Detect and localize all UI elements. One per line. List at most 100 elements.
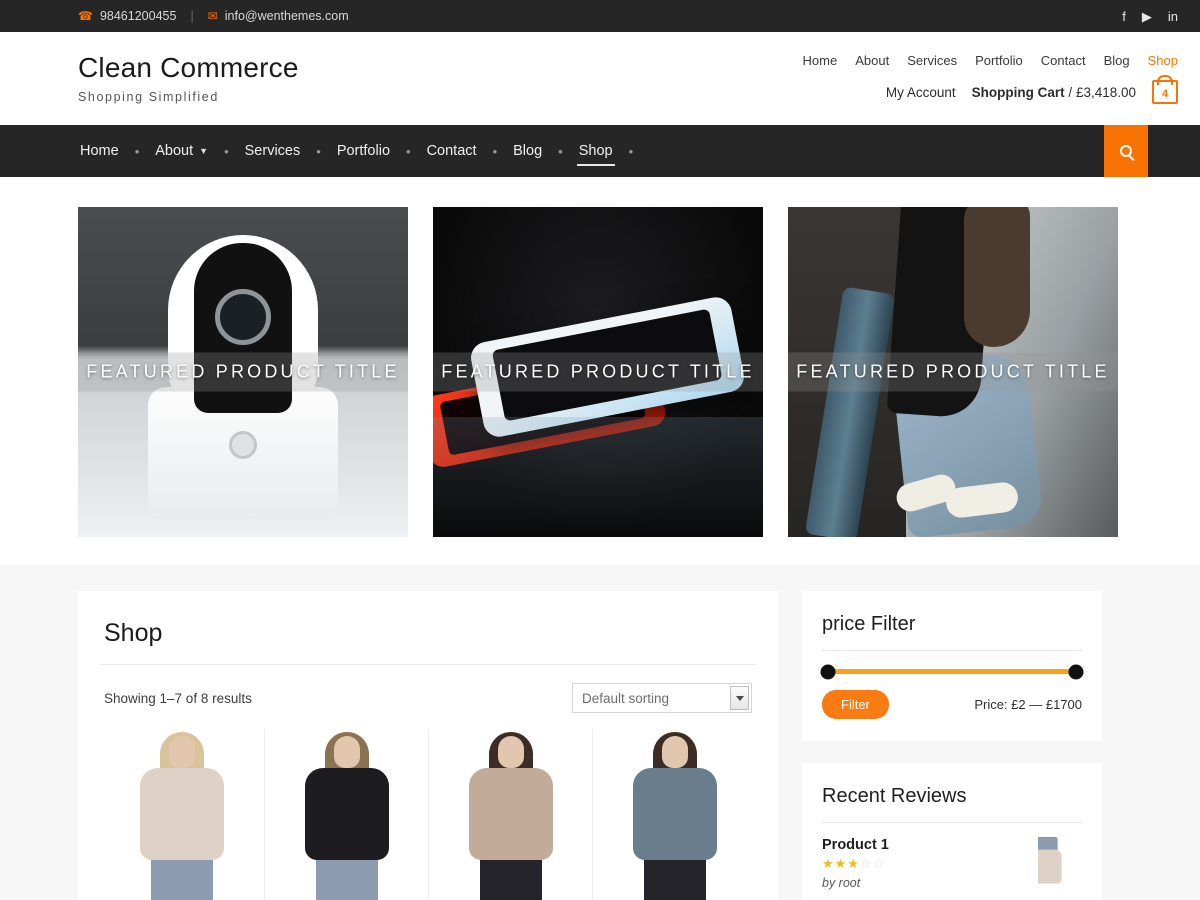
sorting-select-value: Default sorting bbox=[582, 690, 670, 706]
product-grid: Product 1 £1,700.00 Product 2 £1,700.00 bbox=[100, 729, 756, 900]
shopping-cart-link[interactable]: Shopping Cart / £3,418.00 bbox=[972, 85, 1136, 100]
cart-label: Shopping Cart bbox=[971, 84, 1065, 100]
nav-dot-separator: • bbox=[134, 143, 140, 159]
garment-shape bbox=[140, 768, 224, 860]
envelope-icon: ✉ bbox=[207, 9, 218, 23]
price-range-label: Price: £2 — £1700 bbox=[974, 697, 1082, 712]
nav-item-services[interactable]: Services bbox=[243, 125, 303, 177]
email-contact[interactable]: ✉ info@wenthemes.com bbox=[208, 9, 349, 23]
featured-banner-3[interactable]: FEATURED PRODUCT TITLE bbox=[788, 207, 1118, 537]
secondary-nav: Home About Services Portfolio Contact Bl… bbox=[803, 53, 1178, 68]
review-item[interactable]: Product 1 ★★★☆☆ by root bbox=[822, 823, 1082, 900]
nav-item-blog-label: Blog bbox=[513, 143, 543, 159]
price-filter-widget: price Filter Filter Price: £2 — £1700 bbox=[802, 591, 1102, 741]
product-card-3[interactable]: Product 3 £1,700.00 bbox=[428, 729, 592, 900]
nav-dot-separator: • bbox=[558, 143, 563, 159]
secondary-nav-item-portfolio[interactable]: Portfolio bbox=[975, 53, 1023, 68]
featured-banner-1-title: FEATURED PRODUCT TITLE bbox=[78, 352, 408, 392]
my-account-link[interactable]: My Account bbox=[886, 85, 956, 100]
cart-separator: / bbox=[1068, 84, 1073, 100]
linkedin-icon[interactable]: in bbox=[1168, 10, 1178, 23]
contact-separator: | bbox=[190, 9, 194, 23]
chevron-down-icon[interactable] bbox=[730, 686, 749, 710]
price-slider-max-handle[interactable] bbox=[1068, 664, 1084, 679]
secondary-nav-item-about[interactable]: About bbox=[855, 53, 889, 68]
hair-shape bbox=[964, 207, 1030, 347]
sidebar: price Filter Filter Price: £2 — £1700 Re… bbox=[802, 591, 1102, 900]
cart-item-count: 4 bbox=[1161, 88, 1169, 100]
price-range-slider[interactable] bbox=[820, 664, 1084, 679]
recent-reviews-widget: Recent Reviews Product 1 ★★★☆☆ by root bbox=[802, 763, 1102, 900]
facebook-icon[interactable]: f bbox=[1122, 10, 1126, 23]
featured-banner-2[interactable]: FEATURED PRODUCT TITLE bbox=[433, 207, 763, 537]
site-header: Clean Commerce Shopping Simplified Home … bbox=[0, 32, 1200, 125]
phone-icon: ☎ bbox=[78, 9, 93, 23]
nav-item-contact-label: Contact bbox=[426, 143, 477, 159]
chevron-down-icon: ▼ bbox=[199, 146, 209, 156]
secondary-nav-item-blog[interactable]: Blog bbox=[1104, 53, 1130, 68]
review-rating: ★★★☆☆ bbox=[822, 856, 886, 871]
product-card-2[interactable]: Product 2 £1,700.00 bbox=[264, 729, 428, 900]
product-image bbox=[106, 729, 258, 900]
social-links: f ▶ in bbox=[1122, 10, 1178, 23]
nav-item-contact[interactable]: Contact bbox=[425, 125, 479, 177]
nav-item-shop-label: Shop bbox=[578, 143, 613, 159]
thumbnail-shape bbox=[1038, 837, 1062, 884]
nav-dot-separator: • bbox=[492, 143, 498, 159]
sorting-select[interactable]: Default sorting bbox=[572, 683, 752, 713]
shop-panel: Shop Showing 1–7 of 8 results Default so… bbox=[78, 591, 778, 900]
email-address: info@wenthemes.com bbox=[224, 9, 349, 23]
garment-shape bbox=[304, 768, 389, 860]
model-head bbox=[333, 736, 360, 768]
cart-bag-icon[interactable]: 4 bbox=[1152, 80, 1178, 104]
model-legs bbox=[643, 854, 706, 900]
review-author: by root bbox=[822, 876, 861, 890]
youtube-icon[interactable]: ▶ bbox=[1142, 10, 1152, 23]
product-card-1[interactable]: Product 1 £1,700.00 bbox=[100, 729, 264, 900]
contact-info: ☎ 98461200455 | ✉ info@wenthemes.com bbox=[78, 9, 349, 23]
nav-item-about[interactable]: About ▼ bbox=[153, 125, 210, 177]
model-head bbox=[497, 736, 524, 768]
nav-dot-separator: • bbox=[224, 143, 229, 159]
primary-nav-list: Home • About ▼ • Services • Portfolio • C… bbox=[78, 125, 647, 177]
filter-button[interactable]: Filter bbox=[822, 690, 889, 719]
model-head bbox=[169, 736, 195, 768]
nav-item-portfolio-label: Portfolio bbox=[336, 143, 391, 159]
garment-shape bbox=[632, 768, 717, 860]
model-legs bbox=[315, 854, 378, 900]
account-cart-row: My Account Shopping Cart / £3,418.00 4 bbox=[886, 80, 1178, 104]
main-content: Shop Showing 1–7 of 8 results Default so… bbox=[0, 565, 1200, 900]
phone-contact[interactable]: ☎ 98461200455 bbox=[78, 9, 176, 23]
price-filter-title: price Filter bbox=[822, 613, 916, 635]
site-title: Clean Commerce bbox=[78, 52, 299, 84]
filter-row: Filter Price: £2 — £1700 bbox=[822, 690, 1082, 719]
featured-banners: FEATURED PRODUCT TITLE FEATURED PRODUCT … bbox=[0, 177, 1200, 565]
recent-reviews-title: Recent Reviews bbox=[822, 785, 967, 807]
price-slider-min-handle[interactable] bbox=[820, 664, 836, 679]
featured-banner-1[interactable]: FEATURED PRODUCT TITLE bbox=[78, 207, 408, 537]
review-product-name: Product 1 bbox=[822, 837, 889, 853]
nav-item-portfolio[interactable]: Portfolio bbox=[335, 125, 392, 177]
nav-item-shop[interactable]: Shop bbox=[576, 125, 615, 177]
nav-item-blog[interactable]: Blog bbox=[511, 125, 544, 177]
search-icon bbox=[1120, 145, 1132, 157]
nav-item-services-label: Services bbox=[244, 143, 301, 159]
nav-item-home-label: Home bbox=[80, 143, 119, 159]
secondary-nav-item-shop[interactable]: Shop bbox=[1148, 53, 1178, 68]
product-image bbox=[599, 729, 750, 900]
secondary-nav-item-home[interactable]: Home bbox=[803, 53, 838, 68]
product-image bbox=[435, 729, 586, 900]
featured-banner-2-title: FEATURED PRODUCT TITLE bbox=[433, 352, 763, 392]
secondary-nav-item-services[interactable]: Services bbox=[907, 53, 957, 68]
nav-dot-separator: • bbox=[316, 143, 321, 159]
nav-item-home[interactable]: Home bbox=[78, 125, 121, 177]
product-card-4[interactable]: Product 4 £1,700.00 bbox=[592, 729, 756, 900]
secondary-nav-item-contact[interactable]: Contact bbox=[1041, 53, 1086, 68]
site-branding[interactable]: Clean Commerce Shopping Simplified bbox=[78, 52, 299, 104]
widget-divider bbox=[822, 650, 1082, 651]
garment-shape bbox=[468, 768, 553, 860]
cart-total: £3,418.00 bbox=[1075, 84, 1136, 100]
site-tagline: Shopping Simplified bbox=[78, 89, 219, 104]
search-button[interactable] bbox=[1104, 125, 1148, 177]
featured-banner-3-title: FEATURED PRODUCT TITLE bbox=[788, 352, 1118, 392]
